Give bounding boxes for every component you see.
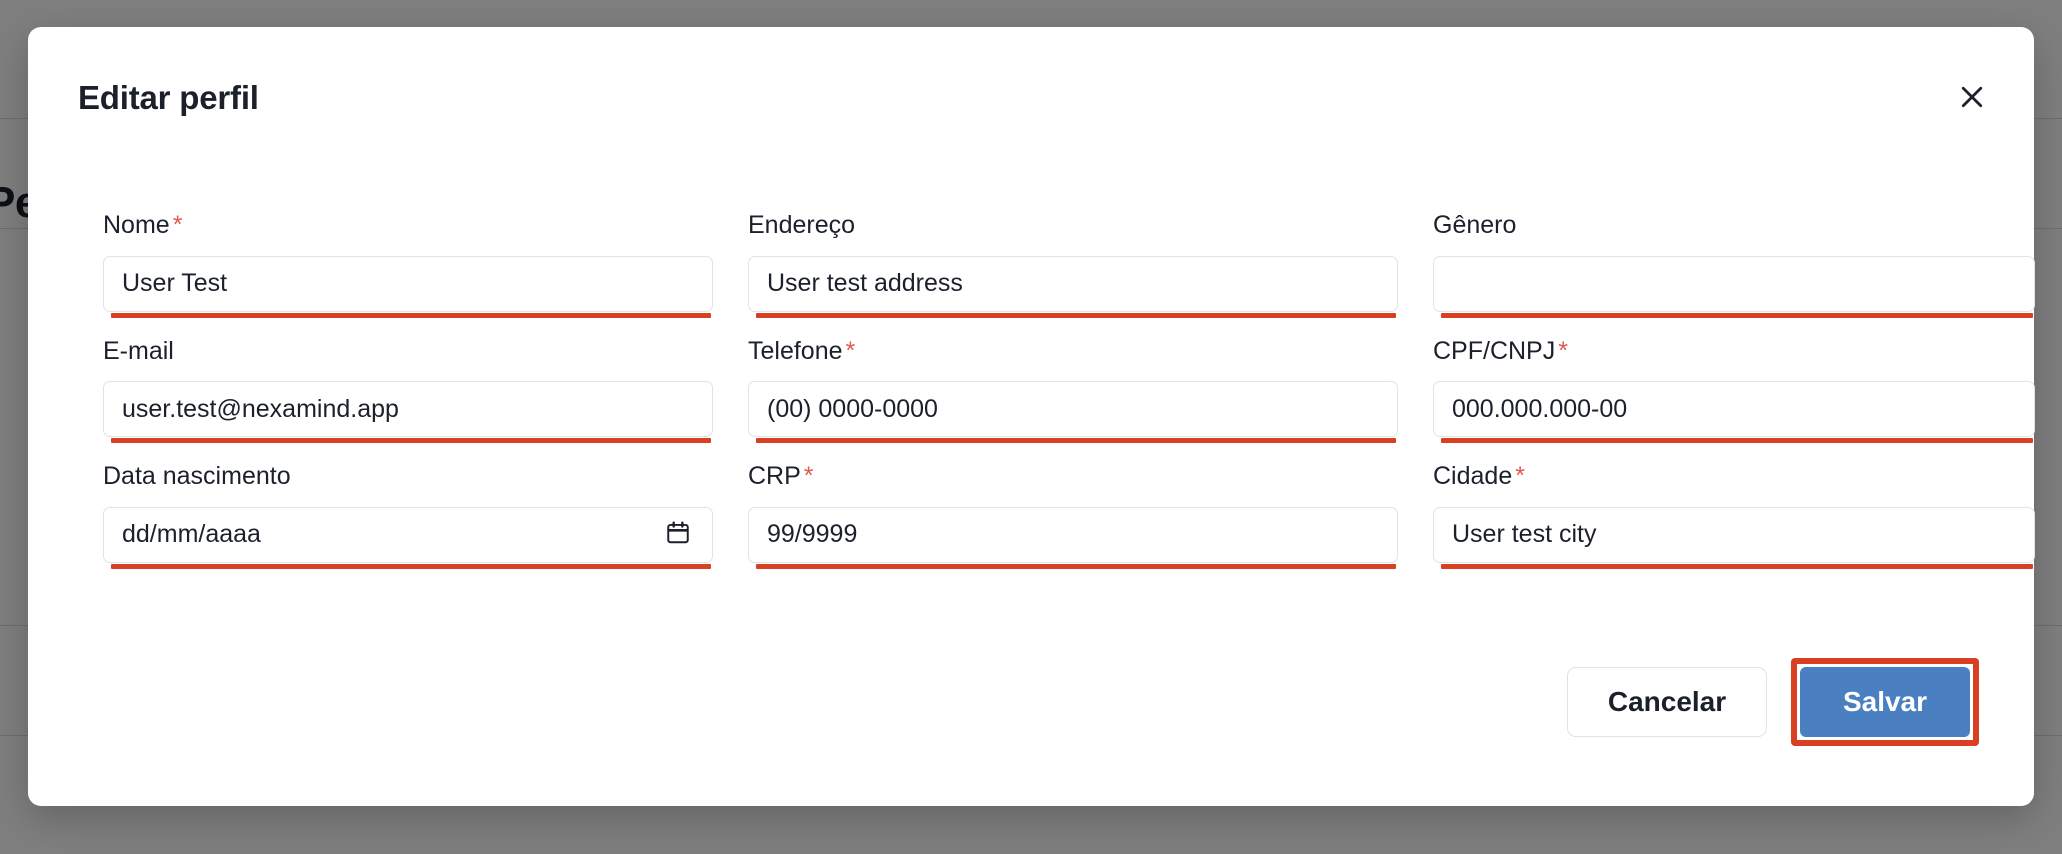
input-underline-nome bbox=[111, 312, 711, 318]
input-endereco[interactable] bbox=[748, 255, 1398, 312]
field-crp: CRP * bbox=[748, 462, 1398, 569]
field-cpf-cnpj: CPF/CNPJ * bbox=[1433, 336, 2035, 443]
field-cidade: Cidade * bbox=[1433, 462, 2035, 569]
label-crp-text: CRP bbox=[748, 462, 801, 490]
input-data-nascimento[interactable] bbox=[103, 506, 713, 563]
label-genero: Gênero bbox=[1433, 211, 2035, 240]
label-data-nascimento: Data nascimento bbox=[103, 462, 713, 491]
label-telefone-text: Telefone bbox=[748, 336, 843, 365]
required-asterisk: * bbox=[1515, 462, 1525, 490]
input-wrap-nome bbox=[103, 255, 713, 318]
input-crp[interactable] bbox=[748, 506, 1398, 563]
edit-profile-modal: Editar perfil Nome* Endereço bbox=[28, 27, 2035, 806]
modal-title: Editar perfil bbox=[78, 79, 259, 116]
label-nome: Nome * bbox=[103, 211, 713, 240]
input-wrap-crp bbox=[748, 506, 1398, 569]
label-endereco: Endereço bbox=[748, 211, 1398, 240]
profile-form-grid: Nome* Endereço Gênero bbox=[103, 211, 2035, 589]
input-underline-genero bbox=[1441, 312, 2033, 318]
label-cpf-cnpj-text: CPF/CNPJ bbox=[1433, 336, 1556, 365]
save-button[interactable]: Salvar bbox=[1800, 667, 1970, 737]
input-wrap-telefone bbox=[748, 381, 1398, 443]
label-email: E-mail bbox=[103, 336, 713, 366]
input-cidade[interactable] bbox=[1433, 506, 2035, 563]
label-genero-text: Gênero bbox=[1433, 211, 1517, 239]
input-underline-cidade bbox=[1441, 563, 2033, 569]
input-genero[interactable] bbox=[1433, 255, 2035, 312]
input-wrap-endereco bbox=[748, 255, 1398, 318]
label-nome-text: Nome bbox=[103, 211, 170, 239]
input-wrap-data-nascimento bbox=[103, 506, 713, 569]
input-wrap-email bbox=[103, 381, 713, 443]
label-data-nascimento-text: Data nascimento bbox=[103, 462, 291, 490]
input-telefone[interactable] bbox=[748, 381, 1398, 437]
label-crp: CRP * bbox=[748, 462, 1398, 491]
input-underline-crp bbox=[756, 563, 1396, 569]
required-asterisk: * bbox=[172, 211, 183, 239]
required-asterisk: * bbox=[1558, 336, 1568, 365]
modal-footer: Cancelar Salvar bbox=[1567, 658, 1979, 746]
field-telefone: Telefone * bbox=[748, 336, 1398, 443]
label-endereco-text: Endereço bbox=[748, 211, 856, 239]
input-wrap-cidade bbox=[1433, 506, 2035, 569]
label-email-text: E-mail bbox=[103, 336, 174, 365]
label-cpf-cnpj: CPF/CNPJ * bbox=[1433, 336, 2035, 366]
label-cidade-text: Cidade bbox=[1433, 462, 1513, 490]
cancel-button[interactable]: Cancelar bbox=[1567, 667, 1767, 737]
input-underline-telefone bbox=[756, 438, 1396, 443]
input-nome[interactable] bbox=[103, 255, 713, 312]
input-underline-endereco bbox=[756, 312, 1396, 318]
save-button-highlight: Salvar bbox=[1791, 658, 1979, 746]
required-asterisk: * bbox=[803, 462, 814, 490]
close-icon[interactable] bbox=[1950, 75, 1994, 119]
input-underline-cpf-cnpj bbox=[1441, 438, 2033, 443]
input-underline-email bbox=[111, 438, 711, 443]
input-underline-data-nascimento bbox=[111, 563, 711, 569]
input-wrap-genero bbox=[1433, 255, 2035, 318]
field-data-nascimento: Data nascimento bbox=[103, 462, 713, 569]
required-asterisk: * bbox=[845, 336, 856, 365]
input-cpf-cnpj[interactable] bbox=[1433, 381, 2035, 437]
field-email: E-mail bbox=[103, 336, 713, 443]
input-wrap-cpf-cnpj bbox=[1433, 381, 2035, 443]
label-telefone: Telefone * bbox=[748, 336, 1398, 366]
field-endereco: Endereço bbox=[748, 211, 1398, 318]
input-email[interactable] bbox=[103, 381, 713, 437]
field-nome: Nome * bbox=[103, 211, 713, 318]
label-cidade: Cidade * bbox=[1433, 462, 2035, 491]
field-genero: Gênero bbox=[1433, 211, 2035, 318]
